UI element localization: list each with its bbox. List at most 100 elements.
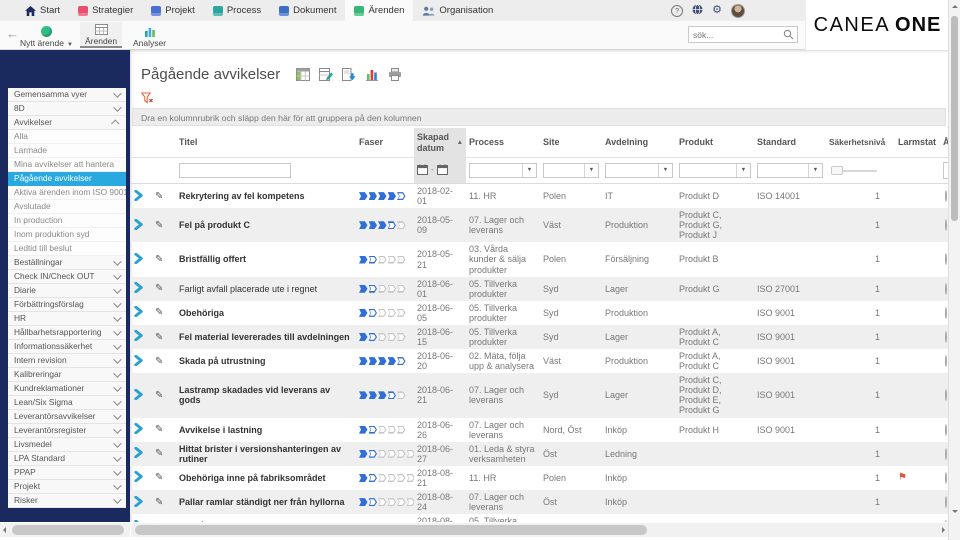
back-button[interactable]: ← — [6, 27, 19, 40]
table-row[interactable]: ✎Pallar ramlar ständigt ner från hyllorn… — [130, 490, 948, 514]
table-hscroll-thumb[interactable] — [135, 525, 647, 535]
search-icon[interactable] — [783, 29, 797, 40]
scroll-right-icon[interactable] — [942, 527, 945, 533]
column-header-standard[interactable]: Standard — [754, 128, 826, 157]
sidebar-item-livsmedel[interactable]: Livsmedel — [8, 438, 126, 452]
help-icon[interactable]: ? — [671, 5, 683, 17]
expand-row-icon[interactable] — [133, 426, 144, 436]
table-row[interactable]: ✎Obehöriga2018-06-0505. Tillverka produk… — [130, 301, 948, 325]
titel-filter-input[interactable] — [179, 163, 291, 178]
column-header-datum[interactable]: Skapad datum▲ — [414, 128, 466, 157]
slider-thumb[interactable] — [831, 166, 843, 175]
tab-start[interactable]: Start — [16, 0, 69, 21]
dropdown-arrow-icon[interactable]: ▼ — [658, 164, 672, 177]
expand-row-icon[interactable] — [133, 474, 144, 484]
expand-row-icon[interactable] — [133, 222, 144, 232]
scroll-left-icon[interactable] — [3, 527, 6, 533]
scroll-up-icon[interactable] — [952, 5, 958, 8]
table-row[interactable]: ✎Obehöriga inne på fabriksområdet2018-08… — [130, 466, 948, 490]
search-input[interactable] — [689, 30, 783, 40]
scroll-down-icon[interactable] — [952, 510, 958, 513]
column-header-produkt[interactable]: Produkt — [676, 128, 754, 157]
edit-row-icon[interactable]: ✎ — [155, 191, 163, 202]
produkt-filter-dropdown[interactable]: ▼ — [679, 163, 751, 178]
sidebar-item-ppap[interactable]: PPAP — [8, 466, 126, 480]
ribbon-tab-analyser[interactable]: Analyser — [128, 22, 171, 48]
sidebar-item-inom-produktion-syd[interactable]: Inom produktion syd — [8, 228, 126, 242]
column-header-avdelning[interactable]: Avdelning — [602, 128, 676, 157]
column-header-faser[interactable]: Faser — [356, 128, 414, 157]
sidebar-item-leverant-rsregister[interactable]: Leverantörsregister — [8, 424, 126, 438]
sidebar-hscrollbar[interactable] — [0, 523, 130, 537]
sidebar-item-ledtid-till-beslut[interactable]: Ledtid till beslut — [8, 242, 126, 256]
table-row[interactable]: ✎Hittat brister i versionshanteringen av… — [130, 442, 948, 466]
table-row[interactable]: ✎Bristfällig offert2018-05-2103. Vårda k… — [130, 242, 948, 276]
table-hscrollbar[interactable] — [131, 523, 948, 537]
sidebar-item-alla[interactable]: Alla — [8, 130, 126, 144]
language-globe-icon[interactable] — [692, 2, 703, 20]
edit-row-icon[interactable]: ✎ — [155, 424, 163, 435]
sidebar-item-p-g-ende-avvikelser[interactable]: Pågående avvikelser — [8, 172, 126, 186]
expand-row-icon[interactable] — [133, 333, 144, 343]
analysis-chart-icon[interactable] — [365, 68, 379, 81]
edit-row-icon[interactable]: ✎ — [155, 332, 163, 343]
table-row[interactable]: ✎Lastramp skadades vid leverans av gods2… — [130, 373, 948, 417]
sidebar-item-projekt[interactable]: Projekt — [8, 480, 126, 494]
column-header-sakerhetsniva[interactable]: Säkerhetsnivå — [826, 128, 886, 157]
ribbon-tab-arenden[interactable]: Ärenden — [80, 22, 122, 48]
sidebar-item-gemensamma-vyer[interactable]: Gemensamma vyer — [8, 88, 126, 102]
edit-view-icon[interactable] — [319, 68, 333, 81]
settings-gear-icon[interactable]: ⚙ — [712, 5, 722, 16]
expand-row-icon[interactable] — [133, 450, 144, 460]
table-view-icon[interactable] — [296, 68, 310, 81]
page-vscroll-thumb[interactable] — [951, 16, 958, 221]
tab-organisation[interactable]: Organisation — [413, 0, 502, 21]
expand-row-icon[interactable] — [133, 499, 144, 509]
site-filter-dropdown[interactable]: ▼ — [543, 163, 599, 178]
tab-projekt[interactable]: Projekt — [142, 0, 204, 21]
sidebar-item-intern-revision[interactable]: Intern revision — [8, 354, 126, 368]
print-icon[interactable] — [388, 68, 402, 81]
expand-row-icon[interactable] — [133, 193, 144, 203]
edit-row-icon[interactable]: ✎ — [155, 307, 163, 318]
sidebar-item-larmade[interactable]: Larmade — [8, 144, 126, 158]
sidebar-item-kundreklamationer[interactable]: Kundreklamationer — [8, 382, 126, 396]
expand-row-icon[interactable] — [133, 256, 144, 266]
expand-row-icon[interactable] — [133, 392, 144, 402]
calendar-from-icon[interactable] — [417, 164, 428, 178]
sidebar-item-avvikelser[interactable]: Avvikelser — [8, 116, 126, 130]
sidebar-item-mina-avvikelser-att-hantera[interactable]: Mina avvikelser att hantera — [8, 158, 126, 172]
avdelning-filter-dropdown[interactable]: ▼ — [605, 163, 673, 178]
calendar-to-icon[interactable] — [437, 164, 448, 178]
table-row[interactable]: ✎Fel på produkt C2018-05-0907. Lager och… — [130, 208, 948, 242]
table-row[interactable]: ✎Skada på utrustning2018-06-2002. Mäta, … — [130, 349, 948, 373]
sidebar-item-lpa-standard[interactable]: LPA Standard — [8, 452, 126, 466]
edit-row-icon[interactable]: ✎ — [155, 220, 163, 231]
sidebar-item-informationss-kerhet[interactable]: Informationssäkerhet — [8, 340, 126, 354]
table-row[interactable]: ✎Fel material levererades till avdelning… — [130, 325, 948, 349]
column-header-larmstatus[interactable]: Larmstatus — [886, 128, 936, 157]
expand-row-icon[interactable] — [133, 309, 144, 319]
edit-row-icon[interactable]: ✎ — [155, 390, 163, 401]
table-row[interactable]: ✎Farligt avfall placerade ute i regnet20… — [130, 277, 948, 301]
sidebar-item-hr[interactable]: HR — [8, 312, 126, 326]
sidebar-item-check-in-check-out[interactable]: Check IN/Check OUT — [8, 270, 126, 284]
standard-filter-dropdown[interactable]: ▼ — [757, 163, 823, 178]
edit-row-icon[interactable]: ✎ — [155, 356, 163, 367]
user-avatar[interactable] — [731, 4, 745, 18]
dropdown-arrow-icon[interactable]: ▼ — [736, 164, 750, 177]
sidebar-item-f-rb-ttringsf-rslag[interactable]: Förbättringsförslag — [8, 298, 126, 312]
process-filter-dropdown[interactable]: ▼ — [469, 163, 537, 178]
filter-funnel-icon[interactable] — [141, 91, 153, 108]
edit-row-icon[interactable]: ✎ — [155, 497, 163, 508]
tab-process[interactable]: Process — [204, 0, 270, 21]
expand-row-icon[interactable] — [133, 285, 144, 295]
sidebar-hscroll-thumb[interactable] — [12, 525, 124, 535]
sidebar-item-8d[interactable]: 8D — [8, 102, 126, 116]
sidebar-item-in-production[interactable]: In production — [8, 214, 126, 228]
column-header-titel[interactable]: Titel — [176, 128, 356, 157]
sidebar-item-leverant-rsavvikelser[interactable]: Leverantörsavvikelser — [8, 410, 126, 424]
column-header-process[interactable]: Process — [466, 128, 540, 157]
sidebar-item-best-llningar[interactable]: Beställningar — [8, 256, 126, 270]
tab-renden[interactable]: Ärenden — [345, 0, 413, 21]
